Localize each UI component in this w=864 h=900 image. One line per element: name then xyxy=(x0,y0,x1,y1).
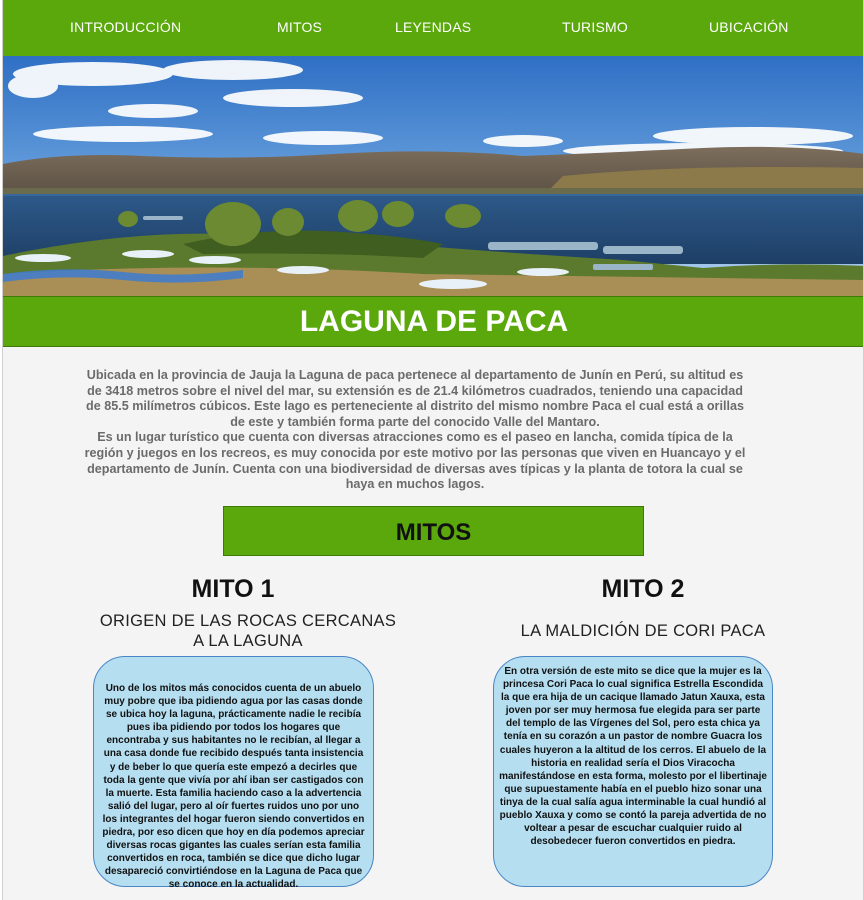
intro-text: Ubicada en la provincia de Jauja la Lagu… xyxy=(83,368,747,493)
mitos-section-header: MITOS xyxy=(223,506,644,556)
intro-paragraph-1: Ubicada en la provincia de Jauja la Lagu… xyxy=(86,368,744,429)
myth-1-text-bubble: Uno de los mitos más conocidos cuenta de… xyxy=(93,656,374,890)
myth-1-text: Uno de los mitos más conocidos cuenta de… xyxy=(102,683,365,891)
myth-2-text-bubble: En otra versión de este mito se dice que… xyxy=(493,656,773,887)
nav-link-mitos[interactable]: MITOS xyxy=(277,19,322,35)
page-title: LAGUNA DE PACA xyxy=(299,305,569,338)
hero-image xyxy=(3,56,863,296)
page-title-bar: LAGUNA DE PACA xyxy=(3,296,863,347)
nav-link-turismo[interactable]: TURISMO xyxy=(562,19,628,35)
myth-2-subtitle: LA MALDICIÓN DE CORI PACA xyxy=(520,622,766,640)
intro-paragraph-2: Es un lugar turístico que cuenta con div… xyxy=(84,430,746,492)
lake-landscape-photo-icon xyxy=(3,56,863,296)
myth-2-text: En otra versión de este mito se dice que… xyxy=(499,666,767,848)
nav-link-leyendas[interactable]: LEYENDAS xyxy=(395,19,471,35)
myth-1-title: MITO 1 xyxy=(191,575,275,603)
page-container: INTRODUCCIÓN MITOS LEYENDAS TURISMO UBIC… xyxy=(2,0,864,900)
nav-link-ubicacion[interactable]: UBICACIÓN xyxy=(709,19,789,35)
section-title: MITOS xyxy=(395,519,472,546)
nav-link-introduccion[interactable]: INTRODUCCIÓN xyxy=(70,19,181,35)
myth-2-title: MITO 2 xyxy=(601,575,685,603)
myth-1-subtitle: ORIGEN DE LAS ROCAS CERCANAS A LA LAGUNA xyxy=(99,612,397,650)
top-navbar: INTRODUCCIÓN MITOS LEYENDAS TURISMO UBIC… xyxy=(3,0,863,56)
